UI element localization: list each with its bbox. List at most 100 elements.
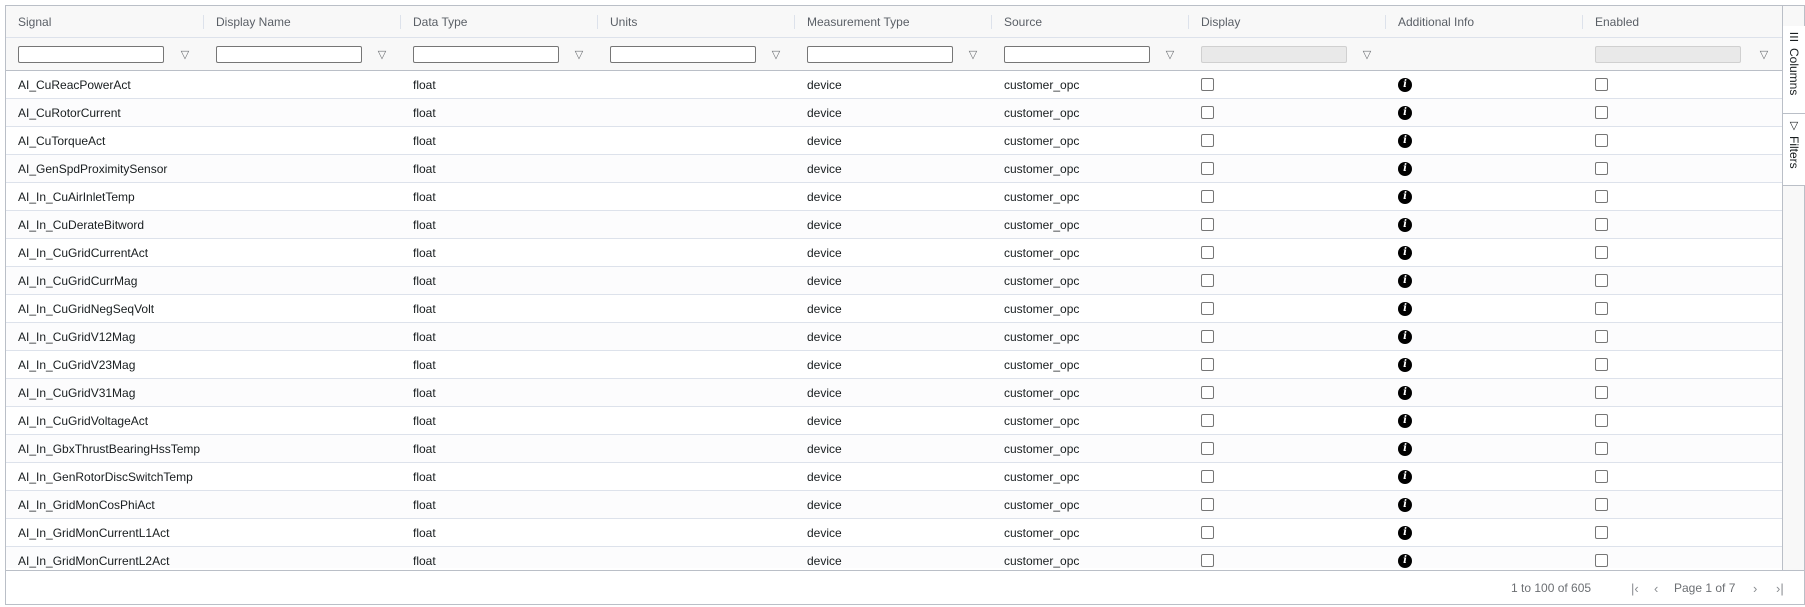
- table-row[interactable]: AI_GenSpdProximitySensor float device custo…: [6, 155, 1782, 183]
- enabled-checkbox[interactable]: [1595, 414, 1608, 427]
- column-header-signal[interactable]: Signal: [6, 6, 204, 38]
- enabled-checkbox[interactable]: [1595, 246, 1608, 259]
- enabled-checkbox[interactable]: [1595, 302, 1608, 315]
- filter-icon[interactable]: ▽: [572, 47, 586, 61]
- units-filter-input[interactable]: [610, 46, 756, 63]
- info-circle-icon[interactable]: i: [1398, 217, 1412, 232]
- signal-filter-input[interactable]: [18, 46, 164, 63]
- display-checkbox[interactable]: [1201, 358, 1214, 371]
- enabled-checkbox[interactable]: [1595, 442, 1608, 455]
- column-header-display-name[interactable]: Display Name: [204, 6, 401, 38]
- display-checkbox[interactable]: [1201, 274, 1214, 287]
- table-row[interactable]: AI_In_CuGridCurrentAct float device custome…: [6, 239, 1782, 267]
- enabled-checkbox[interactable]: [1595, 470, 1608, 483]
- enabled-checkbox[interactable]: [1595, 498, 1608, 511]
- display-checkbox[interactable]: [1201, 302, 1214, 315]
- info-circle-icon[interactable]: i: [1398, 189, 1412, 204]
- first-page-icon[interactable]: |‹: [1631, 571, 1639, 605]
- enabled-checkbox[interactable]: [1595, 218, 1608, 231]
- table-row[interactable]: AI_In_CuDerateBitword float device customer…: [6, 211, 1782, 239]
- table-row[interactable]: AI_In_CuAirInletTemp float device customer_…: [6, 183, 1782, 211]
- info-circle-icon[interactable]: i: [1398, 497, 1412, 512]
- table-row[interactable]: AI_In_GenRotorDiscSwitchTemp float device c…: [6, 463, 1782, 491]
- column-header-enabled[interactable]: Enabled: [1583, 6, 1782, 38]
- table-row[interactable]: AI_In_GridMonCurrentL2Act float device cust…: [6, 547, 1782, 568]
- display-checkbox[interactable]: [1201, 134, 1214, 147]
- display-checkbox[interactable]: [1201, 190, 1214, 203]
- filter-icon[interactable]: ▽: [1360, 47, 1374, 61]
- info-circle-icon[interactable]: i: [1398, 385, 1412, 400]
- enabled-checkbox[interactable]: [1595, 106, 1608, 119]
- table-row[interactable]: AI_In_GridMonCurrentL1Act float device cust…: [6, 519, 1782, 547]
- table-row[interactable]: AI_In_CuGridV12Mag float device customer_op…: [6, 323, 1782, 351]
- display-checkbox[interactable]: [1201, 106, 1214, 119]
- last-page-icon[interactable]: ›|: [1776, 571, 1784, 605]
- enabled-checkbox[interactable]: [1595, 274, 1608, 287]
- enabled-checkbox[interactable]: [1595, 330, 1608, 343]
- display-checkbox[interactable]: [1201, 246, 1214, 259]
- display-name-filter-input[interactable]: [216, 46, 362, 63]
- display-checkbox[interactable]: [1201, 414, 1214, 427]
- table-row[interactable]: AI_In_CuGridV31Mag float device customer_op…: [6, 379, 1782, 407]
- table-row[interactable]: AI_In_CuGridVoltageAct float device custome…: [6, 407, 1782, 435]
- table-row[interactable]: AI_In_GridMonCosPhiAct float device custome…: [6, 491, 1782, 519]
- enabled-checkbox[interactable]: [1595, 78, 1608, 91]
- column-header-data-type[interactable]: Data Type: [401, 6, 598, 38]
- info-circle-icon[interactable]: i: [1398, 77, 1412, 92]
- source-filter-input[interactable]: [1004, 46, 1150, 63]
- enabled-checkbox[interactable]: [1595, 190, 1608, 203]
- table-row[interactable]: AI_CuReacPowerAct float device customer_opc…: [6, 71, 1782, 99]
- enabled-checkbox[interactable]: [1595, 134, 1608, 147]
- column-header-source[interactable]: Source: [992, 6, 1189, 38]
- filters-tool-button[interactable]: ▽ Filters: [1783, 114, 1805, 186]
- filter-icon[interactable]: ▽: [966, 47, 980, 61]
- display-checkbox[interactable]: [1201, 554, 1214, 567]
- display-checkbox[interactable]: [1201, 470, 1214, 483]
- enabled-checkbox[interactable]: [1595, 358, 1608, 371]
- info-circle-icon[interactable]: i: [1398, 413, 1412, 428]
- display-checkbox[interactable]: [1201, 162, 1214, 175]
- info-circle-icon[interactable]: i: [1398, 273, 1412, 288]
- column-header-display[interactable]: Display: [1189, 6, 1386, 38]
- info-circle-icon[interactable]: i: [1398, 301, 1412, 316]
- enabled-checkbox[interactable]: [1595, 162, 1608, 175]
- display-checkbox[interactable]: [1201, 78, 1214, 91]
- table-row[interactable]: AI_In_CuGridCurrMag float device customer_o…: [6, 267, 1782, 295]
- filter-icon[interactable]: ▽: [1757, 47, 1771, 61]
- display-checkbox[interactable]: [1201, 386, 1214, 399]
- display-checkbox[interactable]: [1201, 442, 1214, 455]
- info-circle-icon[interactable]: i: [1398, 133, 1412, 148]
- info-circle-icon[interactable]: i: [1398, 161, 1412, 176]
- filter-icon[interactable]: ▽: [769, 47, 783, 61]
- column-header-units[interactable]: Units: [598, 6, 795, 38]
- column-header-additional-info[interactable]: Additional Info: [1386, 6, 1583, 38]
- table-row[interactable]: AI_In_GbxThrustBearingHssTemp float device…: [6, 435, 1782, 463]
- filter-icon[interactable]: ▽: [1163, 47, 1177, 61]
- enabled-checkbox[interactable]: [1595, 526, 1608, 539]
- enabled-checkbox[interactable]: [1595, 386, 1608, 399]
- display-checkbox[interactable]: [1201, 218, 1214, 231]
- filter-icon[interactable]: ▽: [178, 47, 192, 61]
- info-circle-icon[interactable]: i: [1398, 357, 1412, 372]
- enabled-checkbox[interactable]: [1595, 554, 1608, 567]
- info-circle-icon[interactable]: i: [1398, 245, 1412, 260]
- previous-page-icon[interactable]: ‹: [1654, 571, 1658, 605]
- info-circle-icon[interactable]: i: [1398, 329, 1412, 344]
- columns-tool-button[interactable]: ☰ Columns: [1783, 26, 1805, 114]
- info-circle-icon[interactable]: i: [1398, 441, 1412, 456]
- measurement-type-filter-input[interactable]: [807, 46, 953, 63]
- table-row[interactable]: AI_In_CuGridNegSeqVolt float device custome…: [6, 295, 1782, 323]
- info-circle-icon[interactable]: i: [1398, 525, 1412, 540]
- column-header-measurement-type[interactable]: Measurement Type: [795, 6, 992, 38]
- table-row[interactable]: AI_CuRotorCurrent float device customer_opc…: [6, 99, 1782, 127]
- data-type-filter-input[interactable]: [413, 46, 559, 63]
- next-page-icon[interactable]: ›: [1753, 571, 1757, 605]
- table-row[interactable]: AI_In_CuGridV23Mag float device customer_op…: [6, 351, 1782, 379]
- filter-icon[interactable]: ▽: [375, 47, 389, 61]
- info-circle-icon[interactable]: i: [1398, 469, 1412, 484]
- display-checkbox[interactable]: [1201, 498, 1214, 511]
- table-row[interactable]: AI_CuTorqueAct float device customer_opc i: [6, 127, 1782, 155]
- display-checkbox[interactable]: [1201, 526, 1214, 539]
- display-checkbox[interactable]: [1201, 330, 1214, 343]
- info-circle-icon[interactable]: i: [1398, 553, 1412, 568]
